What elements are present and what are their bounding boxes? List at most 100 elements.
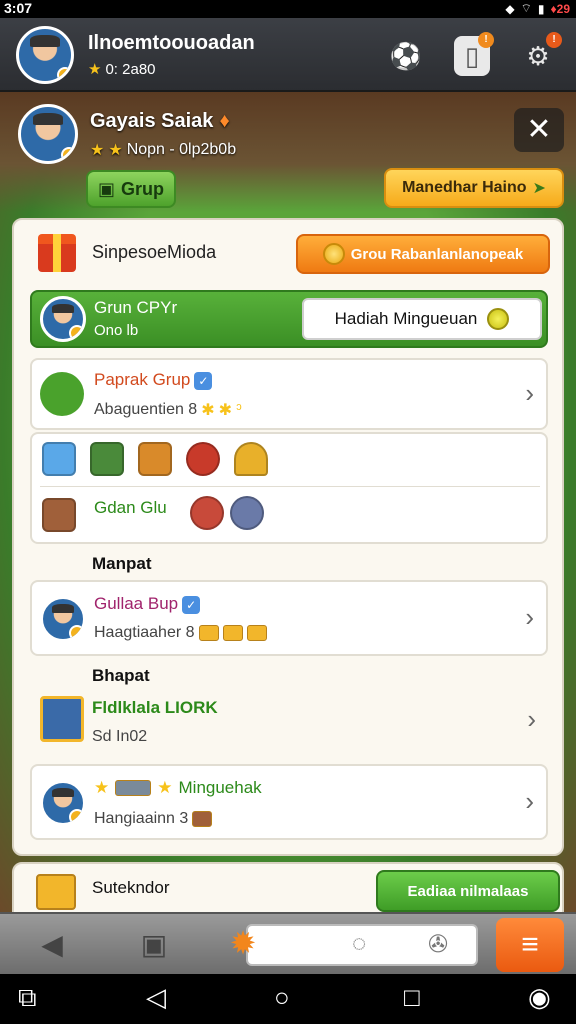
back-icon[interactable]: ◁ [146,982,166,1013]
status-icons: ◆ ⌔ ▮ ♦29 [505,1,570,16]
dropbox-icon: ◆ [505,1,515,16]
fire-nav-button[interactable]: ✹ [220,920,266,966]
football-button[interactable]: ⚽ [386,36,426,76]
box-icon [36,874,76,910]
group-reward-button[interactable]: Grou Rabanlanlanopeak [296,234,550,274]
section-label-bhapat: Bhapat [92,666,150,685]
star-icon: ★ [157,778,173,797]
group-icon: ▣ [97,178,115,199]
play-button-label: Manedhar Haino [402,179,527,196]
star-icon: ★ [88,61,102,78]
wifi-icon: ⌔ [520,1,532,15]
coin-icon [322,243,345,265]
arrow-icon: ➤ [532,180,546,197]
back-nav-button[interactable]: ◀ [30,924,74,966]
list-item-rewards[interactable]: Gdan Glu [30,432,548,544]
chevron-right-icon: › [525,378,534,408]
recents-icon[interactable]: □ [404,982,420,1013]
level-badge-icon [69,325,83,339]
crate-icon [138,442,172,476]
star-icon: ★ [108,142,123,159]
ticket-icon [115,780,152,796]
panel-header: SinpesoeMioda Grou Rabanlanlanopeak [38,234,550,278]
group-row-subtitle: Ono lb [94,322,139,339]
weekly-reward-label: Hadiah Mingueuan [334,309,478,328]
jar-icon [186,442,220,476]
level-badge-icon [57,67,71,81]
card-title: Gullaa Bup ✓ [94,594,201,614]
chest-icon [192,811,213,827]
fire-icon: ✹ [229,925,257,961]
settings-icon: ⚙ [526,40,550,71]
group-row-title: Grun CPYr [94,298,178,317]
card-subtitle: Haagtiaaher 8 [94,624,267,642]
chat-icon: ◌ [352,930,367,957]
section-label-manpat: Manpat [92,554,152,573]
weekly-reward-pill[interactable]: Hadiah Mingueuan [302,298,542,340]
card-title: Fldlklala LIORK [92,698,218,717]
settings-button[interactable]: ⚙ ! [518,32,562,76]
fan-icon: ✇ [428,931,449,958]
reward-items-row [42,442,268,476]
card-subtitle: Sd In02 [92,728,148,745]
grup-button-label: Grup [121,178,164,199]
score-value: 0: 2a80 [105,60,156,78]
level-badge-icon [69,809,83,823]
coin-icon [487,308,510,330]
picture-frame-icon [40,696,84,742]
football-icon: ⚽ [389,40,423,71]
card-title-text: Gullaa Bup [94,594,179,613]
potion-icon [230,496,264,530]
claim-button[interactable]: Eadiaa nilmalaas [376,870,560,912]
signal-icon: ▮ [537,1,545,16]
group-reward-button-label: Grou Rabanlanlanopeak [350,245,524,263]
card-subtitle-text: Abaguentien 8 [94,401,198,418]
play-button[interactable]: Manedhar Haino ➤ [384,168,564,208]
menu-button[interactable]: ≡ [496,918,564,972]
user-avatar[interactable] [16,26,74,84]
verified-icon: ✓ [194,372,213,390]
star-icon: ᵓ [236,401,242,418]
bag-icon [90,442,124,476]
star-icon: ✱ [218,402,233,419]
member-avatar [40,596,86,642]
list-item-group-prize[interactable]: Paprak Grup ✓ Abaguentien 8 ✱ ✱ ᵓ › [30,358,548,430]
search-bar[interactable]: ◌ ✇ [246,924,478,966]
card-subtitle-text: Haagtiaaher 8 [94,624,195,641]
chevron-right-icon: › [525,602,534,632]
list-item-member[interactable]: Gullaa Bup ✓ Haagtiaaher 8 › [30,580,548,656]
card-title: ★ ★ Minguehak [94,778,262,798]
player-avatar [40,780,86,826]
card-title-text: Paprak Grup [94,370,191,389]
grup-button[interactable]: ▣ Grup [86,170,176,208]
gem-icon: ♦ [219,110,230,132]
divider [40,486,540,487]
bell-icon [234,442,268,476]
bottom-panel-title: Sutekndor [92,878,170,897]
picture-icon: ▣ [140,929,168,960]
group-summary-row[interactable]: Grun CPYr Ono lb Hadiah Mingueuan [30,290,548,348]
screenshot-icon[interactable]: ⧉ [18,982,37,1014]
chest-icon [42,498,76,532]
speaker-icon: ◀ [41,929,63,960]
status-time: 3:07 [4,0,33,16]
star-icon: ★ [94,778,110,797]
rewards-panel: SinpesoeMioda Grou Rabanlanlanopeak Grun… [12,218,564,856]
home-icon[interactable]: ○ [274,982,290,1013]
notification-button[interactable]: ▯ ! [454,32,494,76]
close-button[interactable]: ✕ [514,108,564,152]
card-label: Gdan Glu [94,498,167,517]
hamburger-icon: ≡ [521,928,539,961]
gallery-nav-button[interactable]: ▣ [132,924,176,966]
list-item-event[interactable]: Fldlklala LIORK Sd In02 › [30,688,548,758]
assistant-icon[interactable]: ◉ [528,982,551,1013]
star-icon: ★ [90,142,105,159]
trophy-icon [40,372,84,416]
list-item-weekly[interactable]: ★ ★ Minguehak Hangiaainn 3 › [30,764,548,840]
close-icon: ✕ [526,113,552,146]
bottom-navigation: ◀ ▣ ◌ ✇ ✹ ≡ [0,912,576,974]
profile-avatar[interactable] [18,104,78,164]
gift-box-icon [42,442,76,476]
card-title-text: Minguehak [178,778,262,797]
level-badge-icon [69,625,83,639]
